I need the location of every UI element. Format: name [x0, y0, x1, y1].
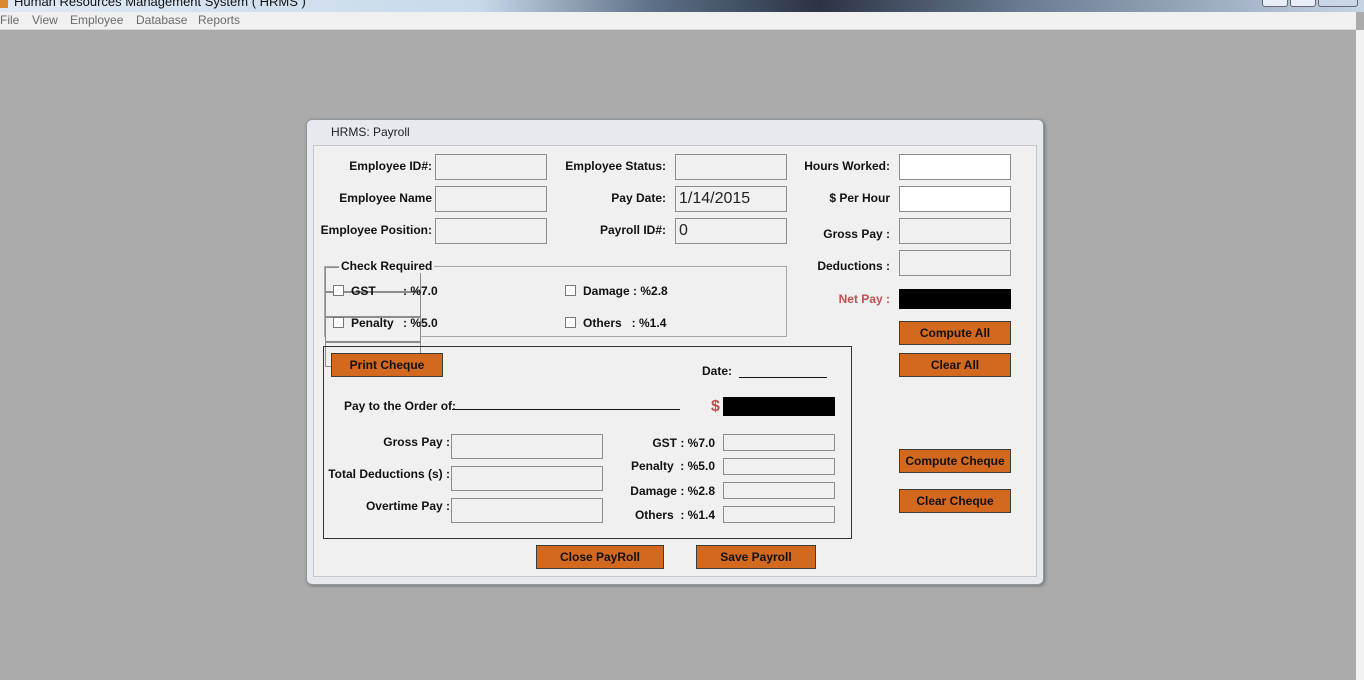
others-checkbox[interactable]	[565, 317, 576, 328]
menu-reports[interactable]: Reports	[198, 13, 240, 27]
menu-view[interactable]: View	[32, 13, 58, 27]
gst-checkbox[interactable]	[333, 285, 344, 296]
damage-checkbox[interactable]	[565, 285, 576, 296]
total-deductions-field	[451, 466, 603, 491]
cheque-gst-field	[723, 434, 835, 451]
app-icon	[0, 0, 8, 8]
net-pay-field	[899, 289, 1011, 309]
deductions-field	[899, 250, 1011, 276]
cheque-amount-field	[723, 397, 835, 416]
pay-to-line	[452, 409, 680, 410]
maximize-button[interactable]	[1290, 0, 1316, 7]
clear-all-button[interactable]: Clear All	[899, 353, 1011, 377]
dollar-sign: $	[711, 398, 720, 415]
cheque-panel: Print Cheque Date: Pay to the Order of: …	[323, 346, 852, 539]
employee-status-field[interactable]	[675, 154, 787, 180]
cheque-gst-label: GST : %7.0	[652, 436, 715, 450]
payroll-id-field[interactable]: 0	[675, 218, 787, 244]
payroll-id-label: Payroll ID#:	[599, 223, 666, 237]
penalty-label: Penalty	[351, 316, 394, 330]
app-title: Human Resources Management System ( HRMS…	[14, 0, 306, 9]
cheque-penalty-field	[723, 458, 835, 475]
window-controls	[1262, 0, 1358, 7]
payroll-window: HRMS: Payroll Employee ID#: Employee Nam…	[306, 119, 1044, 585]
pay-date-label: Pay Date:	[611, 191, 666, 205]
pay-to-label: Pay to the Order of:	[344, 399, 457, 413]
employee-position-label: Employee Position:	[320, 223, 432, 237]
scroll-edge	[1356, 30, 1364, 680]
gst-label: GST	[351, 284, 376, 298]
hours-worked-label: Hours Worked:	[804, 159, 890, 173]
gross-pay-field	[899, 218, 1011, 244]
overtime-pay-field	[451, 498, 603, 523]
cheque-penalty-label: Penalty : %5.0	[630, 459, 715, 473]
penalty-checkbox[interactable]	[333, 317, 344, 328]
minimize-button[interactable]	[1262, 0, 1288, 7]
close-button[interactable]	[1318, 0, 1358, 7]
menu-employee[interactable]: Employee	[70, 13, 123, 27]
net-pay-label: Net Pay :	[838, 292, 890, 306]
clear-cheque-button[interactable]: Clear Cheque	[899, 489, 1011, 513]
window-title: HRMS: Payroll	[331, 125, 410, 139]
menu-file[interactable]: File	[0, 13, 19, 27]
cheque-date-label: Date:	[701, 364, 732, 378]
compute-all-button[interactable]: Compute All	[899, 321, 1011, 345]
deductions-label: Deductions :	[817, 259, 890, 273]
employee-status-label: Employee Status:	[565, 159, 666, 173]
employee-id-label: Employee ID#:	[349, 159, 432, 173]
close-payroll-button[interactable]: Close PayRoll	[536, 545, 664, 569]
cheque-others-field	[723, 506, 835, 523]
employee-position-field[interactable]	[435, 218, 547, 244]
others-label: Others : %1.4	[583, 316, 667, 330]
compute-cheque-button[interactable]: Compute Cheque	[899, 449, 1011, 473]
cheque-gross-label: Gross Pay :	[383, 435, 450, 449]
save-payroll-button[interactable]: Save Payroll	[696, 545, 816, 569]
per-hour-field[interactable]	[899, 186, 1011, 212]
check-required-group: Check Required GST : %7.0 Penalty : %5.0…	[324, 259, 787, 367]
damage-label: Damage : %2.8	[583, 284, 668, 298]
print-cheque-button[interactable]: Print Cheque	[331, 353, 443, 377]
payroll-form: Employee ID#: Employee Name Employee Pos…	[313, 145, 1037, 577]
cheque-others-label: Others : %1.4	[634, 508, 715, 522]
gst-rate-label: : %7.0	[403, 284, 438, 298]
cheque-damage-field	[723, 482, 835, 499]
cheque-damage-label: Damage : %2.8	[630, 484, 715, 498]
overtime-pay-label: Overtime Pay :	[365, 499, 450, 513]
gross-pay-label: Gross Pay :	[823, 227, 890, 241]
hours-worked-field[interactable]	[899, 154, 1011, 180]
total-deductions-label: Total Deductions (s) :	[328, 467, 450, 481]
menu-database[interactable]: Database	[136, 13, 187, 27]
cheque-gross-field	[451, 434, 603, 459]
cheque-date-line	[739, 377, 827, 378]
menu-bar: File View Employee Database Reports	[0, 12, 1356, 30]
employee-name-label: Employee Name	[339, 191, 432, 205]
employee-name-field[interactable]	[435, 186, 547, 212]
penalty-rate-label: : %5.0	[403, 316, 438, 330]
per-hour-label: $ Per Hour	[829, 191, 890, 205]
employee-id-field[interactable]	[435, 154, 547, 180]
pay-date-field[interactable]: 1/14/2015	[675, 186, 787, 212]
check-required-title: Check Required	[339, 259, 435, 273]
app-titlebar: Human Resources Management System ( HRMS…	[0, 0, 1364, 12]
